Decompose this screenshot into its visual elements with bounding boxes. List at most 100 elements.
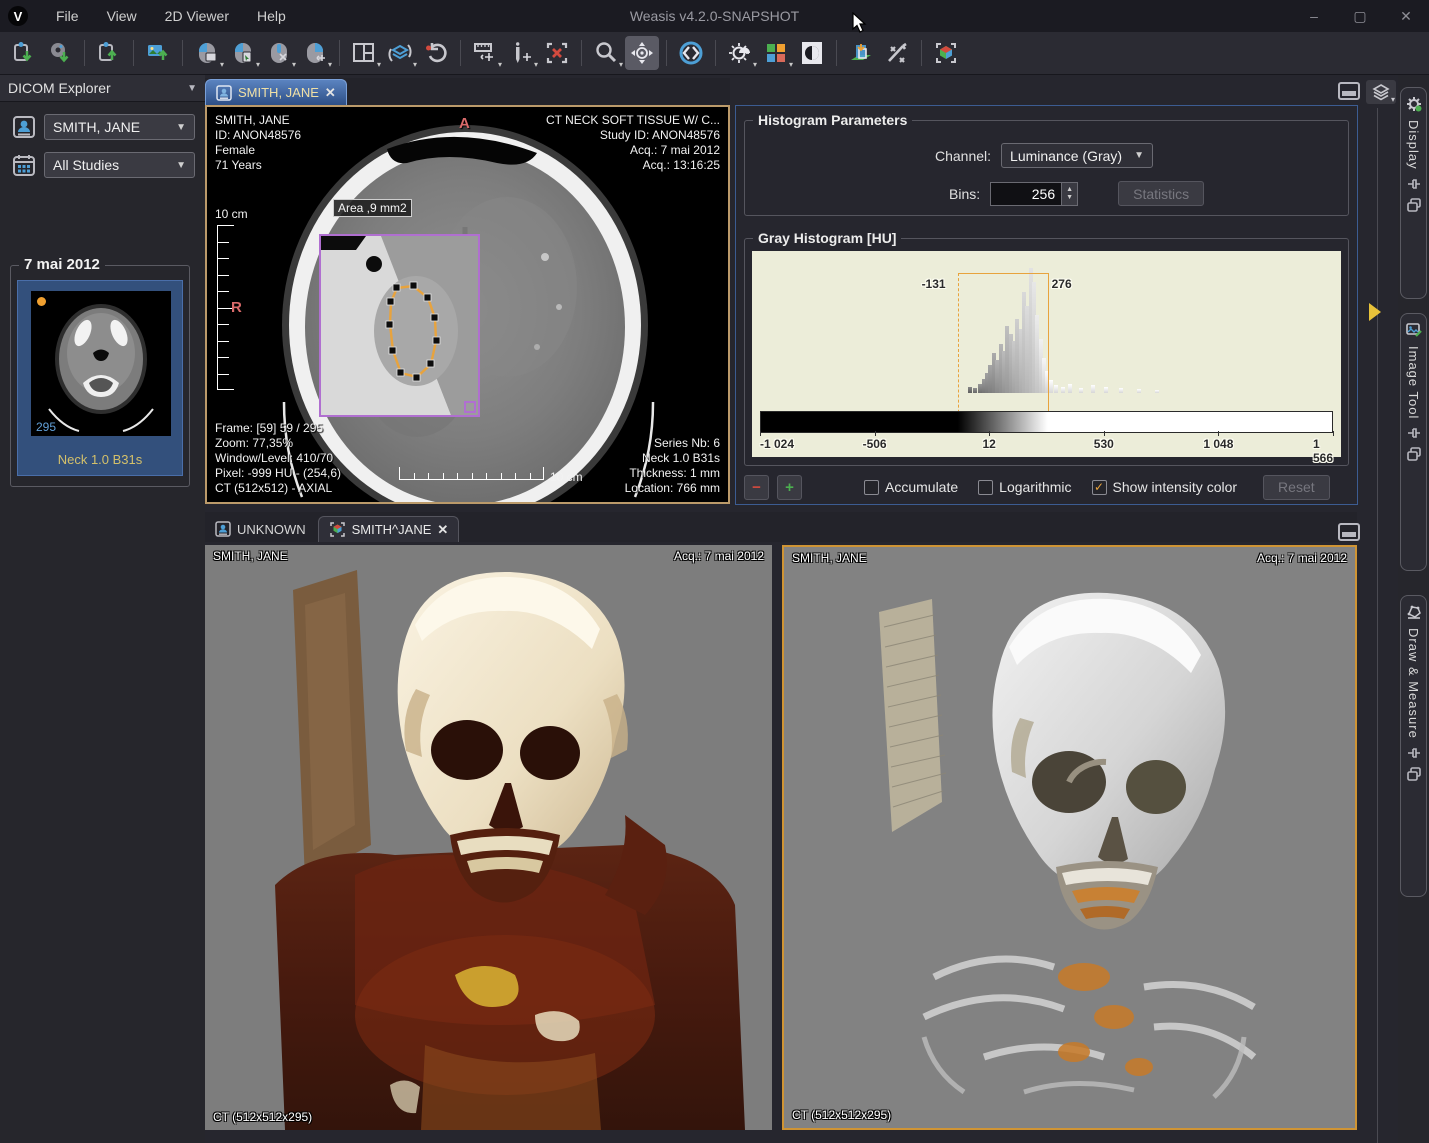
layout-button[interactable]: ▾ [347, 36, 381, 70]
pan-button[interactable] [625, 36, 659, 70]
overlay-acq-date: Acq.: 7 mai 2012 [546, 143, 720, 158]
pin-icon[interactable] [1407, 427, 1421, 439]
caret-down-icon: ▾ [753, 61, 757, 69]
ct-axial-view[interactable]: SMITH, JANE ID: ANON48576 Female 71 Year… [205, 105, 730, 504]
tab-smith-jane[interactable]: SMITH, JANE ✕ [205, 79, 347, 105]
minimize-button[interactable]: – [1291, 0, 1337, 32]
export-dicom-button[interactable] [92, 36, 126, 70]
series-thumbnail[interactable]: 295 Neck 1.0 B31s [17, 280, 183, 476]
maximize-view-icon[interactable] [1338, 82, 1360, 100]
import-cd-button[interactable] [43, 36, 77, 70]
checkbox-icon[interactable]: ✓ [978, 480, 993, 495]
magnifier-lens[interactable] [319, 234, 480, 417]
intensity-gradient-bar [760, 411, 1333, 433]
tick-label: 530 [1094, 437, 1114, 451]
close-tab-icon[interactable]: ✕ [325, 85, 336, 101]
close-tab-icon[interactable]: ✕ [437, 522, 448, 538]
image-tool-icon [1406, 322, 1422, 338]
menu-help[interactable]: Help [243, 0, 300, 32]
layers-menu-button[interactable]: ▾ [1366, 80, 1396, 104]
tab-image-tool[interactable]: Image Tool [1400, 313, 1427, 571]
annotation-tool-button[interactable]: ▾ [504, 36, 538, 70]
maximize-button[interactable]: ▢ [1337, 0, 1383, 32]
delete-measurement-button[interactable] [540, 36, 574, 70]
caret-down-icon: ▾ [498, 61, 502, 69]
tab-unknown[interactable]: UNKNOWN [205, 516, 316, 542]
horizontal-scalebar [399, 468, 544, 480]
tab-smith-caret-jane[interactable]: SMITH^JANE ✕ [318, 516, 460, 542]
measure-tool-button[interactable]: ▾ [468, 36, 502, 70]
histogram-parameters-group: Histogram Parameters Channel: Luminance … [744, 120, 1349, 216]
panel-splitter[interactable] [1377, 108, 1378, 1143]
viewer-3d-pane: UNKNOWN SMITH^JANE ✕ [205, 512, 1357, 1143]
patient-select[interactable]: SMITH, JANE ▼ [44, 114, 195, 140]
tab-display[interactable]: Display [1400, 87, 1427, 299]
splitter-expand-handle[interactable] [1369, 303, 1381, 321]
reset-button[interactable] [419, 36, 453, 70]
pin-icon[interactable] [1407, 747, 1421, 759]
chevron-down-icon[interactable]: ▼ [187, 83, 197, 94]
histogram-panel: Histogram Parameters Channel: Luminance … [735, 105, 1358, 505]
invert-lut-button[interactable] [795, 36, 829, 70]
pin-icon[interactable] [1407, 178, 1421, 190]
studies-select[interactable]: All Studies ▼ [44, 152, 195, 178]
zoom-button[interactable]: ▾ [589, 36, 623, 70]
maximize-view-icon[interactable] [1338, 523, 1360, 541]
crosshair-button[interactable] [674, 36, 708, 70]
bins-spinner-arrows[interactable]: ▲▼ [1062, 182, 1078, 206]
mouse-left-select-button[interactable]: ▾ [226, 36, 260, 70]
menu-file[interactable]: File [42, 0, 93, 32]
detach-window-icon[interactable] [1407, 198, 1421, 212]
volume-cube-icon [329, 521, 346, 538]
tick-label: -506 [863, 437, 887, 451]
logarithmic-checkbox[interactable]: ✓ Logarithmic [978, 479, 1071, 495]
checkbox-icon[interactable]: ✓ [1092, 480, 1107, 495]
mpr-button[interactable] [844, 36, 878, 70]
tick-label: 1 566 [1313, 437, 1333, 465]
intensity-color-checkbox[interactable]: ✓ Show intensity color [1092, 479, 1238, 495]
vertical-ruler-label: 10 cm [215, 207, 248, 221]
export-image-button[interactable] [141, 36, 175, 70]
detach-window-icon[interactable] [1407, 447, 1421, 461]
tab-label: Image Tool [1406, 346, 1421, 419]
gear-icon [1406, 96, 1422, 112]
tab-draw-measure[interactable]: Draw & Measure [1400, 595, 1427, 897]
magnifier-resize-handle[interactable] [464, 401, 476, 413]
tools-button[interactable] [880, 36, 914, 70]
histogram-bars [760, 265, 1333, 393]
close-button[interactable]: ✕ [1383, 0, 1429, 32]
accumulate-checkbox[interactable]: ✓ Accumulate [864, 479, 958, 495]
volume-render-bone-view[interactable]: SMITH, JANE Acq.: 7 mai 2012 CT (512x512… [782, 545, 1357, 1130]
zoom-out-histogram-button[interactable]: − [744, 475, 769, 500]
menu-2d-viewer[interactable]: 2D Viewer [151, 0, 243, 32]
tab-label: SMITH, JANE [238, 85, 319, 100]
overlay-series-desc: Neck 1.0 B31s [625, 451, 720, 466]
overlay-zoom: Zoom: 77,35% [215, 436, 341, 451]
channel-select[interactable]: Luminance (Gray) ▼ [1001, 143, 1153, 168]
mouse-left-measure-button[interactable]: ▾ [190, 36, 224, 70]
import-dicom-button[interactable] [7, 36, 41, 70]
menu-view[interactable]: View [93, 0, 151, 32]
window-level-button[interactable]: ▾ [723, 36, 757, 70]
series-open-indicator [37, 297, 46, 306]
app-logo-icon: V [8, 6, 28, 26]
series-sync-button[interactable]: ▾ [383, 36, 417, 70]
overlay-patient-name: SMITH, JANE [215, 113, 301, 128]
mouse-middle-button[interactable]: ▾ [262, 36, 296, 70]
checkbox-icon[interactable]: ✓ [864, 480, 879, 495]
bins-input[interactable]: 256 [990, 182, 1062, 206]
reset-histogram-button[interactable]: Reset [1263, 475, 1330, 500]
thumbnail-image[interactable]: 295 [31, 291, 171, 436]
detach-window-icon[interactable] [1407, 767, 1421, 781]
overlay-thickness: Thickness: 1 mm [625, 466, 720, 481]
mouse-right-button[interactable]: ▾ [298, 36, 332, 70]
volume-render-color-view[interactable]: SMITH, JANE Acq.: 7 mai 2012 CT (512x512… [205, 545, 772, 1130]
overlay-pixel: Pixel: -999 HU - (254,6) [215, 466, 341, 481]
zoom-in-histogram-button[interactable]: + [777, 475, 802, 500]
volume-rendering-button[interactable] [929, 36, 963, 70]
lut-button[interactable]: ▾ [759, 36, 793, 70]
title-bar: V File View 2D Viewer Help Weasis v4.2.0… [0, 0, 1429, 32]
explorer-header[interactable]: DICOM Explorer ▼ [0, 75, 205, 102]
histogram-chart[interactable]: -131 276 -1 024 -506 12 530 1 048 1 5 [752, 251, 1341, 457]
statistics-button[interactable]: Statistics [1118, 181, 1204, 206]
